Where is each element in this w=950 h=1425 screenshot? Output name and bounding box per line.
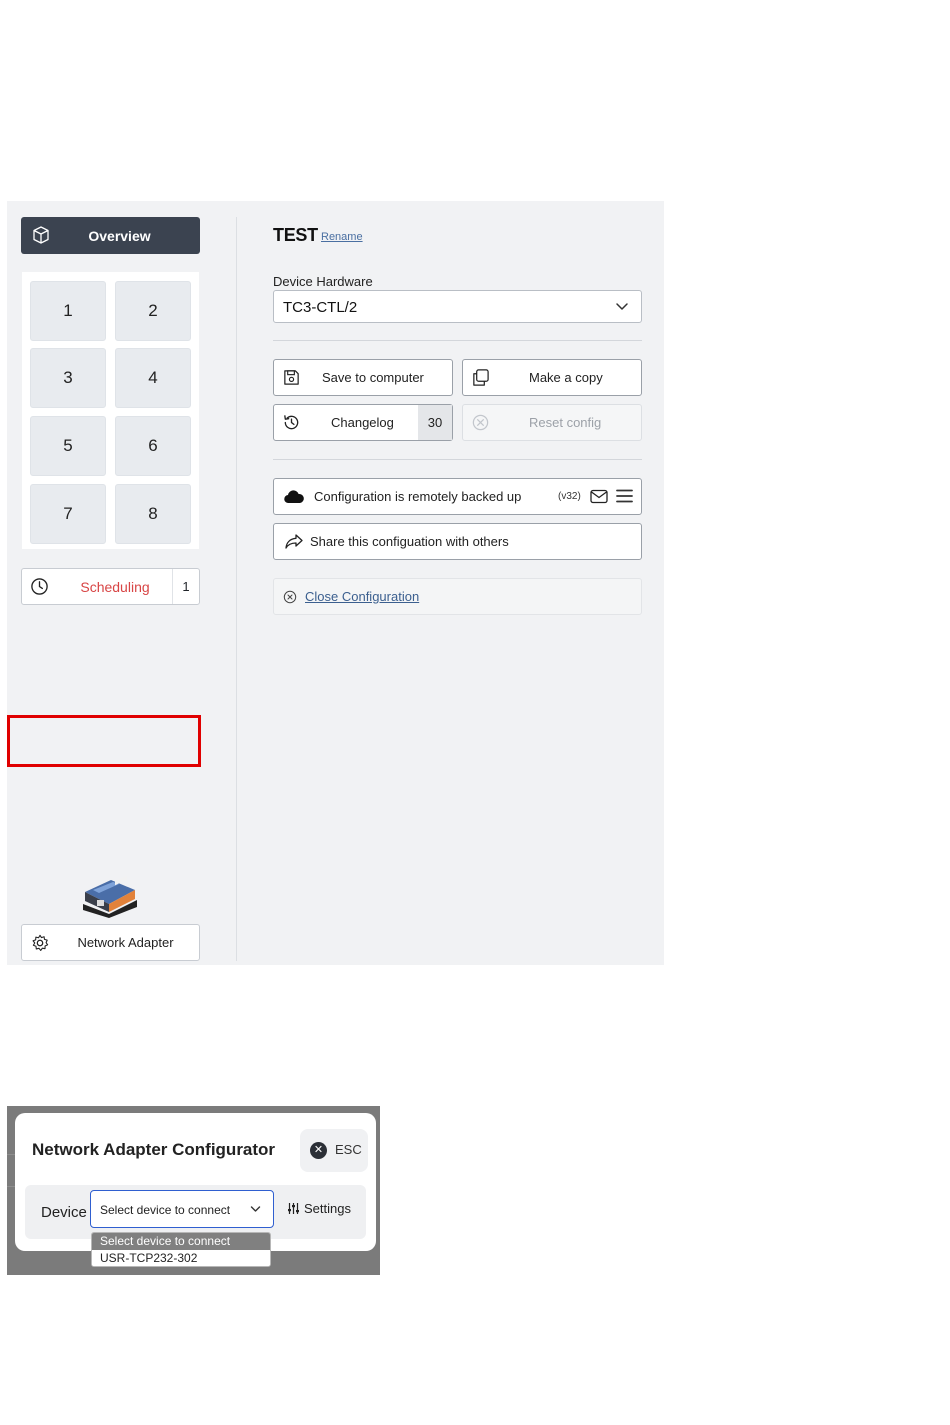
copy-icon xyxy=(473,369,489,386)
sliders-icon xyxy=(288,1203,299,1214)
close-circle-icon xyxy=(283,590,297,604)
channel-5-button[interactable]: 5 xyxy=(30,416,106,476)
clock-icon xyxy=(31,578,48,595)
history-icon xyxy=(284,415,299,430)
device-dropdown-list: Select device to connect USR-TCP232-302 xyxy=(91,1232,271,1267)
esc-close-button[interactable]: ✕ ESC xyxy=(300,1129,368,1172)
esc-label: ESC xyxy=(335,1142,362,1157)
network-adapter-configurator-dialog: Network Adapter Configurator ✕ ESC Devic… xyxy=(15,1113,376,1251)
remote-backup-status[interactable]: Configuration is remotely backed up (v32… xyxy=(273,478,642,515)
device-hardware-select[interactable]: TC3-CTL/2 xyxy=(273,290,642,323)
overview-button[interactable]: Overview xyxy=(21,217,200,254)
floppy-disk-icon xyxy=(284,370,299,385)
changelog-label: Changelog xyxy=(331,415,394,430)
close-configuration-link[interactable]: Close Configuration xyxy=(305,589,419,604)
chevron-down-icon xyxy=(250,1206,261,1212)
make-a-copy-label: Make a copy xyxy=(529,370,603,385)
device-select-value: Select device to connect xyxy=(100,1203,231,1217)
remote-backup-label: Configuration is remotely backed up xyxy=(314,489,522,504)
panel-divider xyxy=(236,217,237,961)
channel-2-button[interactable]: 2 xyxy=(115,281,191,341)
channel-1-button[interactable]: 1 xyxy=(30,281,106,341)
dialog-overlay: Network Adapter Configurator ✕ ESC Devic… xyxy=(7,1106,380,1275)
channel-8-button[interactable]: 8 xyxy=(115,484,191,544)
chevron-down-icon xyxy=(616,303,628,310)
changelog-button[interactable]: Changelog 30 xyxy=(273,404,453,441)
backup-version: (v32) xyxy=(558,491,581,502)
dropdown-option[interactable]: USR-TCP232-302 xyxy=(92,1250,270,1266)
share-configuration-button[interactable]: Share this configuation with others xyxy=(273,523,642,560)
close-icon: ✕ xyxy=(310,1142,327,1159)
network-adapter-button[interactable]: Network Adapter xyxy=(21,924,200,961)
save-to-computer-button[interactable]: Save to computer xyxy=(273,359,453,396)
dropdown-option[interactable]: Select device to connect xyxy=(92,1233,270,1250)
device-hardware-value: TC3-CTL/2 xyxy=(283,299,358,316)
channel-6-button[interactable]: 6 xyxy=(115,416,191,476)
reset-config-button[interactable]: Reset config xyxy=(462,404,642,441)
hamburger-menu-icon[interactable] xyxy=(616,488,633,504)
channel-grid: 1 2 3 4 5 6 7 8 xyxy=(22,272,199,549)
device-hardware-label: Device Hardware xyxy=(273,274,373,289)
device-label: Device xyxy=(41,1204,87,1221)
scheduling-count-badge: 1 xyxy=(172,569,199,604)
overview-label: Overview xyxy=(88,227,151,244)
make-a-copy-button[interactable]: Make a copy xyxy=(462,359,642,396)
cloud-icon xyxy=(284,490,304,504)
highlight-frame xyxy=(7,715,201,767)
dialog-title: Network Adapter Configurator xyxy=(32,1140,276,1159)
scheduling-button[interactable]: Scheduling 1 xyxy=(21,568,200,605)
rename-link[interactable]: Rename xyxy=(321,231,363,243)
configuration-panel: Overview 1 2 3 4 5 6 7 8 Scheduling 1 Ne… xyxy=(7,201,664,965)
gear-icon xyxy=(32,934,49,952)
divider-line xyxy=(273,459,642,460)
save-to-computer-label: Save to computer xyxy=(322,370,424,385)
changelog-count-badge: 30 xyxy=(418,405,452,440)
device-select[interactable]: Select device to connect xyxy=(90,1190,274,1228)
settings-label: Settings xyxy=(304,1201,351,1216)
share-configuration-label: Share this configuation with others xyxy=(310,534,509,549)
cancel-circle-icon xyxy=(472,414,489,431)
scheduling-label: Scheduling xyxy=(80,579,150,595)
channel-4-button[interactable]: 4 xyxy=(115,348,191,408)
network-adapter-label: Network Adapter xyxy=(77,935,174,950)
configuration-title: TEST xyxy=(273,225,318,245)
channel-3-button[interactable]: 3 xyxy=(30,348,106,408)
share-arrow-icon xyxy=(285,534,303,549)
device-row: Device Select device to connect Settings xyxy=(25,1185,366,1239)
divider-line xyxy=(273,340,642,341)
channel-7-button[interactable]: 7 xyxy=(30,484,106,544)
envelope-icon[interactable] xyxy=(590,489,608,504)
reset-config-label: Reset config xyxy=(529,415,602,430)
network-adapter-device-image xyxy=(83,875,137,918)
close-configuration-row: Close Configuration xyxy=(273,578,642,615)
